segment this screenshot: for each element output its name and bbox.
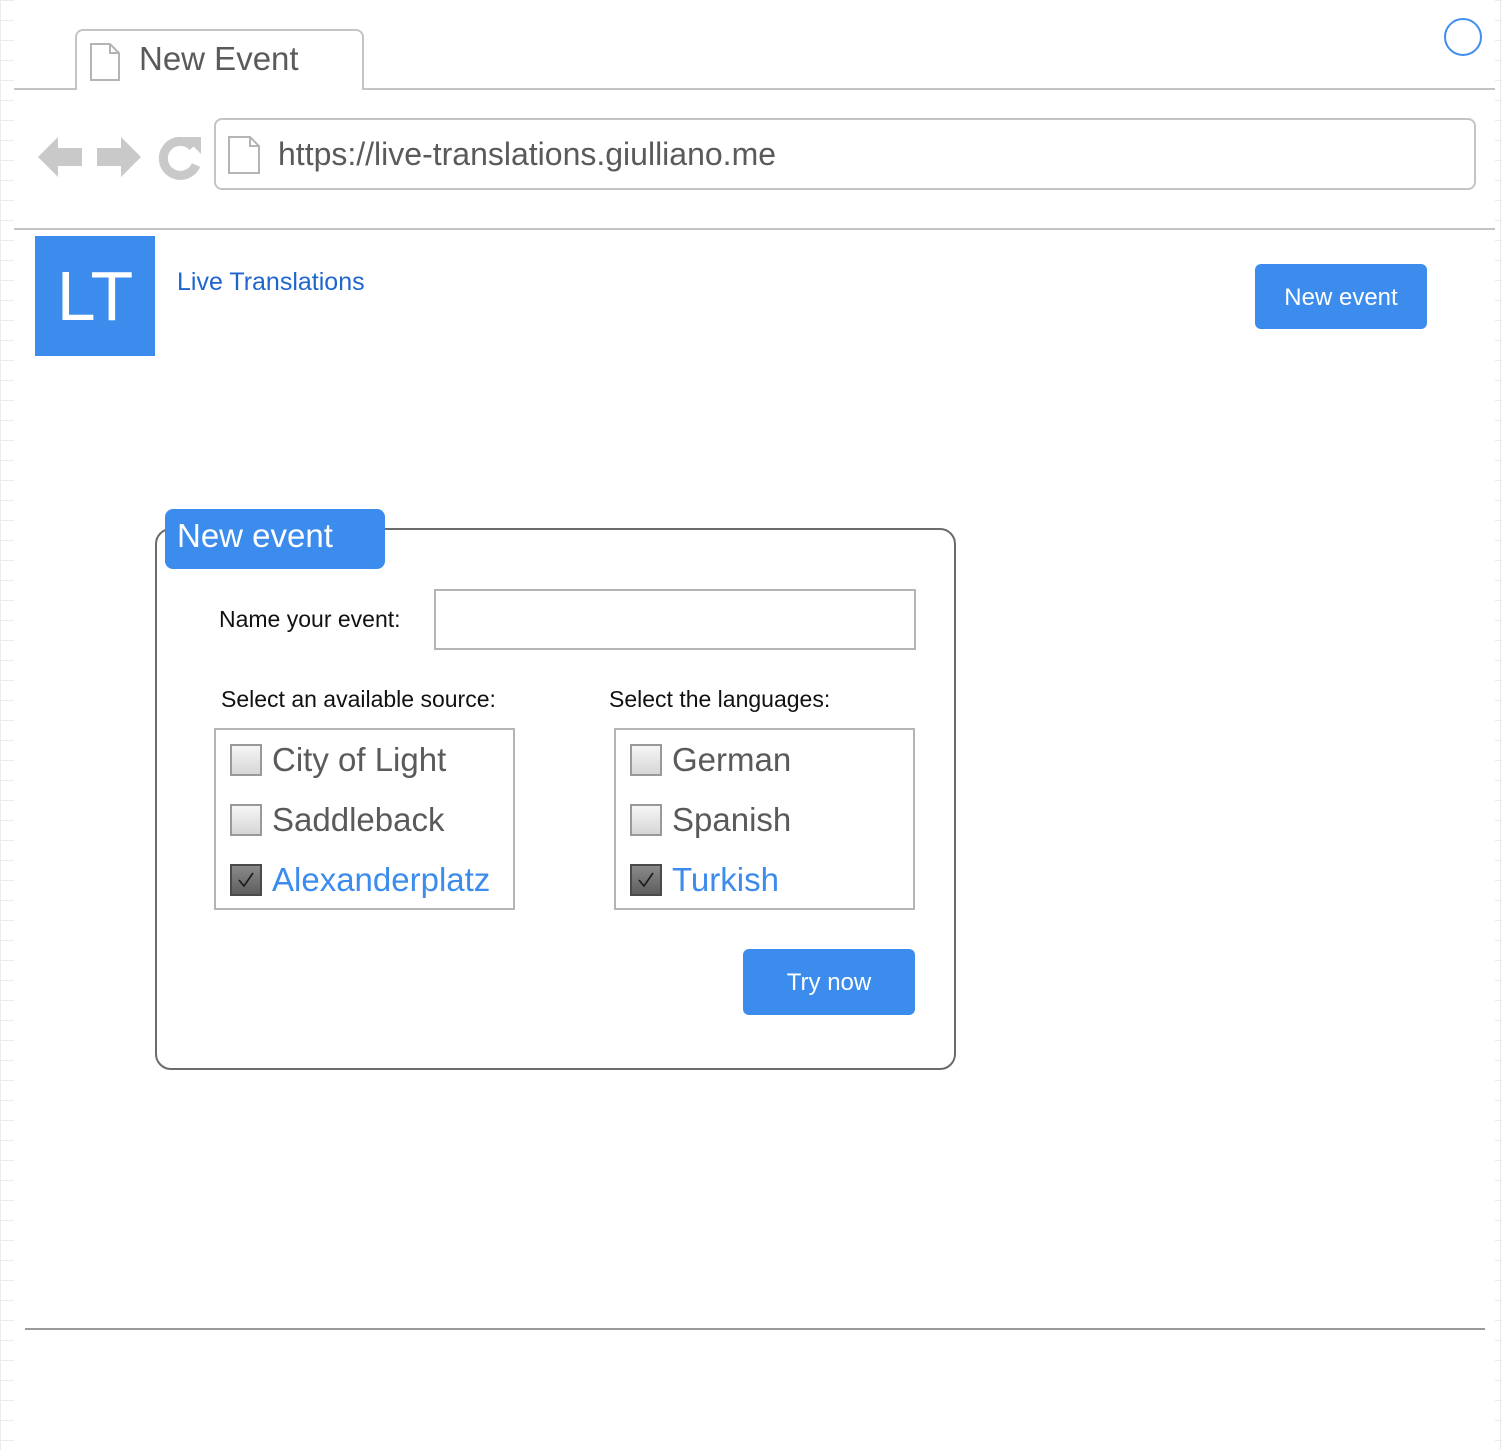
- browser-tab[interactable]: New Event: [75, 29, 364, 90]
- app-name-link[interactable]: Live Translations: [177, 268, 365, 297]
- arrow-right-icon[interactable]: [95, 133, 143, 181]
- new-event-button[interactable]: New event: [1255, 264, 1427, 329]
- source-checkbox[interactable]: [230, 744, 262, 776]
- source-label: Select an available source:: [221, 686, 496, 712]
- reload-icon[interactable]: [157, 133, 203, 181]
- language-option-label: Turkish: [672, 861, 779, 898]
- source-option-label: City of Light: [272, 741, 447, 778]
- tab-strip-line: [363, 88, 1495, 90]
- event-name-input[interactable]: [434, 589, 916, 650]
- tab-title: New Event: [139, 40, 299, 77]
- source-option-label: Saddleback: [272, 801, 445, 838]
- try-now-button[interactable]: Try now: [743, 949, 915, 1015]
- languages-label: Select the languages:: [609, 686, 831, 712]
- toolbar-divider: [14, 228, 1495, 230]
- document-icon: [228, 136, 260, 174]
- language-checkbox[interactable]: [630, 744, 662, 776]
- address-url[interactable]: https://live-translations.giulliano.me: [278, 136, 776, 173]
- address-bar[interactable]: https://live-translations.giulliano.me: [214, 118, 1476, 190]
- language-checkbox[interactable]: [630, 864, 662, 896]
- arrow-left-icon[interactable]: [36, 133, 84, 181]
- language-checkbox[interactable]: [630, 804, 662, 836]
- panel-title: New event: [177, 517, 333, 554]
- source-checkbox[interactable]: [230, 804, 262, 836]
- event-name-label: Name your event:: [219, 606, 401, 632]
- language-option-label: German: [672, 741, 792, 778]
- languages-list: German Spanish Turkish: [614, 728, 915, 910]
- language-option-label: Spanish: [672, 801, 792, 838]
- tab-strip-line: [14, 88, 76, 90]
- panel-title-tab: New event: [165, 509, 385, 569]
- checkmark-icon: [238, 872, 254, 888]
- footer-divider: [25, 1328, 1485, 1330]
- checkmark-icon: [638, 872, 654, 888]
- source-option-label: Alexanderplatz: [272, 861, 491, 898]
- document-icon: [90, 43, 120, 81]
- window-control-icon[interactable]: [1444, 18, 1482, 56]
- app-logo[interactable]: LT: [35, 236, 155, 356]
- source-checkbox[interactable]: [230, 864, 262, 896]
- source-list: City of Light Saddleback Alexanderplatz: [214, 728, 515, 910]
